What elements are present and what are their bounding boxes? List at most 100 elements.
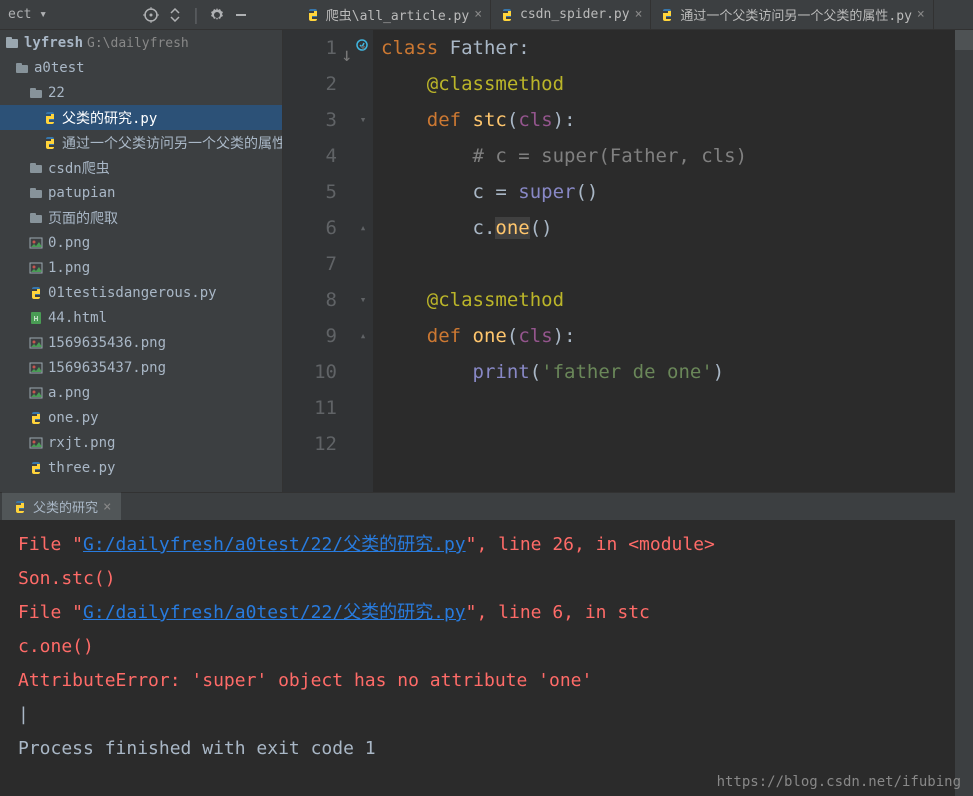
- tree-root[interactable]: lyfresh G:\dailyfresh: [0, 30, 282, 55]
- close-icon[interactable]: ×: [635, 7, 643, 22]
- exit-message: Process finished with exit code 1: [18, 732, 955, 766]
- run-panel: 父类的研究 × File "G:/dailyfresh/a0test/22/父类…: [0, 492, 973, 796]
- top-toolbar: ect ▾ | 爬虫\all_article.py×csdn_spider.py…: [0, 0, 973, 30]
- tree-item[interactable]: a0test: [0, 55, 282, 80]
- target-icon[interactable]: [143, 7, 159, 23]
- python-icon: [12, 499, 28, 515]
- py-icon: [28, 285, 44, 301]
- img-icon: [28, 385, 44, 401]
- img-icon: [28, 335, 44, 351]
- breakpoint-icon: ↓: [341, 37, 352, 73]
- python-icon: [499, 7, 515, 23]
- tree-item-label: 1.png: [48, 260, 90, 276]
- line-number: 3: [283, 102, 345, 138]
- editor-tab[interactable]: 爬虫\all_article.py ×: [297, 0, 491, 30]
- line-gutter: 123456789101112 ↓ ▾ ▾ ▴ ▾ ▴: [283, 30, 373, 492]
- tab-label: 爬虫\all_article.py: [326, 5, 469, 24]
- run-tab-label: 父类的研究: [33, 497, 98, 516]
- tree-item[interactable]: rxjt.png: [0, 430, 282, 455]
- folder-icon: [28, 85, 44, 101]
- line-number: 2: [283, 66, 345, 102]
- python-icon: [659, 7, 675, 23]
- tree-item-label: csdn爬虫: [48, 158, 110, 178]
- tree-item[interactable]: 0.png: [0, 230, 282, 255]
- traceback-link[interactable]: G:/dailyfresh/a0test/22/父类的研究.py: [83, 602, 466, 623]
- tree-item-label: a.png: [48, 385, 90, 401]
- close-icon[interactable]: ×: [103, 499, 111, 515]
- editor-tab[interactable]: csdn_spider.py ×: [491, 0, 651, 30]
- traceback-link[interactable]: G:/dailyfresh/a0test/22/父类的研究.py: [83, 534, 466, 555]
- html-icon: H: [28, 310, 44, 326]
- tree-item[interactable]: 通过一个父类访问另一个父类的属性.p: [0, 130, 282, 155]
- tree-item[interactable]: 1569635436.png: [0, 330, 282, 355]
- tree-item-label: 1569635436.png: [48, 335, 166, 351]
- line-number: 5: [283, 174, 345, 210]
- tree-item[interactable]: 1569635437.png: [0, 355, 282, 380]
- tree-item[interactable]: 22: [0, 80, 282, 105]
- py-icon: [42, 135, 58, 151]
- tree-item[interactable]: one.py: [0, 405, 282, 430]
- line-number: 11: [283, 390, 345, 426]
- tab-label: csdn_spider.py: [520, 7, 630, 22]
- img-icon: [28, 235, 44, 251]
- tree-item[interactable]: 01testisdangerous.py: [0, 280, 282, 305]
- tree-item-label: 44.html: [48, 310, 107, 326]
- line-number: 7: [283, 246, 345, 282]
- tree-item-label: 01testisdangerous.py: [48, 285, 217, 301]
- project-tree: lyfresh G:\dailyfresh a0test 22 父类的研究.py 通过一…: [0, 30, 283, 492]
- line-number: 9: [283, 318, 345, 354]
- py-icon: [42, 110, 58, 126]
- cursor: |: [18, 698, 955, 732]
- tree-item-label: 通过一个父类访问另一个父类的属性.p: [62, 133, 282, 153]
- svg-text:H: H: [34, 315, 38, 323]
- close-icon[interactable]: ×: [474, 7, 482, 22]
- tree-item-label: one.py: [48, 410, 99, 426]
- img-icon: [28, 360, 44, 376]
- project-icon: [4, 35, 20, 51]
- line-number: 10: [283, 354, 345, 390]
- editor-tabs: 爬虫\all_article.py×csdn_spider.py×通过一个父类访…: [297, 0, 973, 30]
- tree-item[interactable]: three.py: [0, 455, 282, 480]
- tree-item[interactable]: patupian: [0, 180, 282, 205]
- line-number: 6: [283, 210, 345, 246]
- tree-item-label: 1569635437.png: [48, 360, 166, 376]
- tree-item-label: three.py: [48, 460, 115, 476]
- code-editor[interactable]: 123456789101112 ↓ ▾ ▾ ▴ ▾ ▴ class Father…: [283, 30, 973, 492]
- minimize-icon[interactable]: [233, 7, 249, 23]
- tree-item-label: 0.png: [48, 235, 90, 251]
- console-output[interactable]: File "G:/dailyfresh/a0test/22/父类的研究.py",…: [0, 520, 973, 774]
- tree-item[interactable]: a.png: [0, 380, 282, 405]
- settings-icon[interactable]: [209, 7, 225, 23]
- close-icon[interactable]: ×: [917, 7, 925, 22]
- tree-item[interactable]: csdn爬虫: [0, 155, 282, 180]
- line-number: 4: [283, 138, 345, 174]
- editor-tab[interactable]: 通过一个父类访问另一个父类的属性.py ×: [651, 0, 933, 30]
- line-number: 12: [283, 426, 345, 462]
- root-path: G:\dailyfresh: [87, 36, 189, 51]
- code-area[interactable]: class Father: @classmethod def stc(cls):…: [373, 30, 747, 492]
- tree-item-label: patupian: [48, 185, 115, 201]
- img-icon: [28, 435, 44, 451]
- tree-item[interactable]: H 44.html: [0, 305, 282, 330]
- collapse-icon[interactable]: [167, 7, 183, 23]
- root-name: lyfresh: [24, 35, 83, 51]
- project-dropdown[interactable]: ect ▾: [8, 7, 47, 22]
- watermark: https://blog.csdn.net/ifubing: [717, 774, 961, 790]
- line-number: 8: [283, 282, 345, 318]
- right-gutter: [955, 30, 973, 796]
- py-icon: [28, 460, 44, 476]
- img-icon: [28, 260, 44, 276]
- line-number: 1: [283, 30, 345, 66]
- tree-item[interactable]: 父类的研究.py: [0, 105, 282, 130]
- tree-item-label: 页面的爬取: [48, 208, 118, 228]
- folder-icon: [28, 160, 44, 176]
- tree-item[interactable]: 页面的爬取: [0, 205, 282, 230]
- tree-item[interactable]: 1.png: [0, 255, 282, 280]
- run-tab[interactable]: 父类的研究 ×: [2, 491, 121, 520]
- py-icon: [28, 410, 44, 426]
- tree-item-label: a0test: [34, 60, 85, 76]
- folder-icon: [28, 210, 44, 226]
- tab-label: 通过一个父类访问另一个父类的属性.py: [680, 5, 911, 24]
- python-icon: [305, 7, 321, 23]
- tree-item-label: 父类的研究.py: [62, 108, 157, 128]
